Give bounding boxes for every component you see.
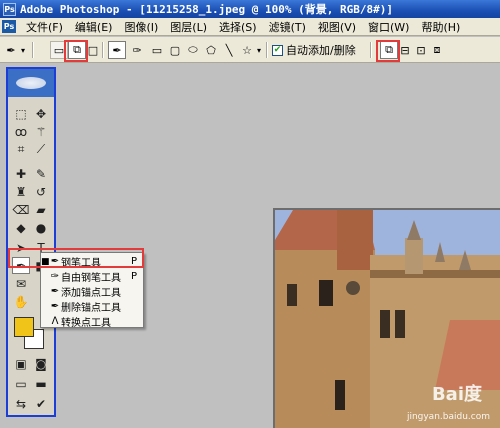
subtract-path-area-icon[interactable]: ⊟ [398,41,412,59]
menu-help[interactable]: 帮助(H) [415,19,466,35]
move-tool-icon[interactable]: ✥ [32,105,50,122]
auto-add-delete-option[interactable]: ✔ 自动添加/删除 [272,41,368,59]
dodge-tool-icon[interactable]: ● [32,219,50,236]
quick-mask-mode-icon[interactable]: ◙ [32,355,50,372]
foreground-color-swatch[interactable] [14,317,34,337]
slice-tool-icon[interactable]: ⟋ [32,141,50,158]
fill-pixels-mode-icon[interactable]: □ [86,41,100,59]
polygon-shape-icon[interactable]: ⬠ [202,41,220,59]
magic-wand-tool-icon[interactable]: ⚚ [32,123,50,140]
delete-anchor-point-icon: ✒ [50,301,60,312]
line-shape-icon[interactable]: ╲ [220,41,238,59]
menu-select[interactable]: 选择(S) [213,19,263,35]
highlight-paths-mode [64,40,88,62]
brush-tool-icon[interactable]: ✎ [32,165,50,182]
convert-point-icon: ᐱ [51,316,59,327]
crop-tool-icon[interactable]: ⌗ [12,141,30,158]
flyout-item-add-anchor[interactable]: ✒ 添加锚点工具 [41,284,143,299]
flyout-label: 转换点工具 [61,318,111,329]
add-anchor-point-icon: ✒ [50,286,60,297]
pen-mode-icon[interactable]: ✒ [108,41,126,59]
menu-edit[interactable]: 编辑(E) [69,19,119,35]
rectangle-shape-icon[interactable]: ▭ [148,41,166,59]
toolbox-panel: ⬚ ✥ ꝏ ⚚ ⌗ ⟋ ✚ ✎ ♜ ↺ ⌫ ▰ ◆ ● ➤ T ✒ ■ ✉ ✋ … [6,67,56,417]
standard-mode-icon[interactable]: ▣ [12,355,30,372]
eraser-tool-icon[interactable]: ⌫ [12,201,30,218]
window-title: Adobe Photoshop - [11215258_1.jpeg @ 100… [20,3,393,16]
baidu-watermark-url: jingyan.baidu.com [406,412,490,422]
flyout-label: 删除锚点工具 [61,303,121,314]
screen-mode-icon[interactable]: ▭ [12,375,30,392]
photoshop-app-icon: Ps [3,2,16,16]
imageready-icon[interactable]: ✔ [32,395,50,412]
flyout-shortcut: P [131,271,138,282]
document-canvas[interactable]: Bai度 jingyan.baidu.com [275,210,500,428]
menu-filter[interactable]: 滤镜(T) [263,19,312,35]
flyout-item-delete-anchor[interactable]: ✒ 删除锚点工具 [41,299,143,314]
jump-to-imageready-icon[interactable]: ⇆ [12,395,30,412]
freeform-pen-mode-icon[interactable]: ✑ [128,41,146,59]
feather-logo-icon [16,77,46,89]
custom-shape-dropdown-icon[interactable]: ▾ [254,41,264,59]
menu-file[interactable]: 文件(F) [20,19,69,35]
menu-bar: Ps 文件(F) 编辑(E) 图像(I) 图层(L) 选择(S) 滤镜(T) 视… [0,18,500,36]
full-screen-mode-icon[interactable]: ▬ [32,375,50,392]
rounded-rectangle-shape-icon[interactable]: ▢ [166,41,184,59]
gradient-tool-icon[interactable]: ▰ [32,201,50,218]
marquee-tool-icon[interactable]: ⬚ [12,105,30,122]
healing-brush-tool-icon[interactable]: ✚ [12,165,30,182]
toolbox-header[interactable] [8,69,54,97]
ellipse-shape-icon[interactable]: ⬭ [184,41,202,59]
auto-add-delete-checkbox[interactable]: ✔ [272,44,283,56]
title-bar: Ps Adobe Photoshop - [11215258_1.jpeg @ … [0,0,500,18]
exclude-path-area-icon[interactable]: ⧈ [430,41,444,59]
highlight-path-area-mode [376,40,400,62]
auto-add-delete-label: 自动添加/删除 [286,44,356,57]
blur-tool-icon[interactable]: ◆ [12,219,30,236]
menu-layer[interactable]: 图层(L) [164,19,213,35]
flyout-item-freeform-pen[interactable]: ✑ 自由钢笔工具 P [41,269,143,284]
lasso-tool-icon[interactable]: ꝏ [12,123,30,140]
flyout-label: 添加锚点工具 [61,288,121,299]
notes-tool-icon[interactable]: ✉ [12,275,30,292]
baidu-watermark: Bai度 [431,384,482,405]
pen-tool-preset-icon[interactable]: ✒ [4,41,18,59]
intersect-path-area-icon[interactable]: ⊡ [414,41,428,59]
preset-dropdown-icon[interactable]: ▾ [18,41,28,59]
freeform-pen-icon: ✑ [50,271,60,282]
menu-image[interactable]: 图像(I) [118,19,164,35]
highlight-pen-tool [8,248,144,268]
menu-window[interactable]: 窗口(W) [362,19,415,35]
clone-stamp-tool-icon[interactable]: ♜ [12,183,30,200]
flyout-item-convert-point[interactable]: ᐱ 转换点工具 [41,314,143,329]
history-brush-tool-icon[interactable]: ↺ [32,183,50,200]
flyout-label: 自由钢笔工具 [61,273,121,284]
hand-tool-icon[interactable]: ✋ [12,293,30,310]
photoshop-logo-icon: Ps [2,20,16,33]
menu-view[interactable]: 视图(V) [312,19,362,35]
